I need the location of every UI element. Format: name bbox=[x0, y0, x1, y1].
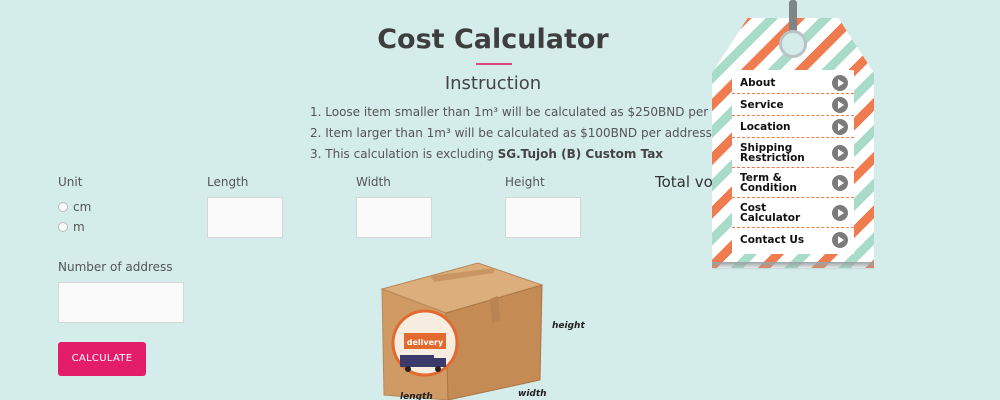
length-dimension-label: length bbox=[400, 392, 433, 400]
unit-label: Unit bbox=[58, 175, 83, 189]
radio-m[interactable] bbox=[58, 222, 68, 232]
instruction-item-1: 1. Loose item smaller than 1m³ will be c… bbox=[310, 102, 736, 123]
address-label: Number of address bbox=[58, 260, 173, 274]
instruction-bold-text: SG.Tujoh (B) Custom Tax bbox=[497, 147, 664, 161]
play-arrow-icon bbox=[832, 96, 848, 113]
tag-hole bbox=[779, 30, 807, 58]
instruction-heading: Instruction bbox=[444, 73, 542, 94]
page-title: Cost Calculator bbox=[377, 24, 609, 55]
instruction-text: 1. Loose item smaller than 1m³ will be c… bbox=[310, 105, 737, 119]
nav-item-label: Shipping Restriction bbox=[740, 141, 805, 164]
total-volume-label: Total vo bbox=[655, 173, 713, 191]
nav-item-term-condition[interactable]: Term & Condition bbox=[732, 168, 854, 198]
unit-option-cm-label: cm bbox=[73, 200, 92, 214]
play-arrow-icon bbox=[832, 174, 848, 191]
nav-item-service[interactable]: Service bbox=[732, 94, 854, 116]
nav-item-label: Term & Condition bbox=[740, 171, 797, 194]
title-divider bbox=[476, 63, 512, 65]
unit-option-m[interactable]: m bbox=[58, 220, 85, 234]
radio-cm[interactable] bbox=[58, 202, 68, 212]
box-illustration: delivery height width length bbox=[370, 255, 600, 400]
length-label: Length bbox=[207, 175, 249, 189]
nav-item-shipping-restriction[interactable]: Shipping Restriction bbox=[732, 138, 854, 168]
instruction-item-2: 2. Item larger than 1m³ will be calculat… bbox=[310, 123, 736, 144]
length-input[interactable] bbox=[207, 197, 283, 238]
width-dimension-label: width bbox=[518, 389, 547, 399]
nav-item-location[interactable]: Location bbox=[732, 116, 854, 138]
nav-item-label: Location bbox=[740, 120, 791, 133]
unit-option-cm[interactable]: cm bbox=[58, 200, 91, 214]
nav-item-label: About bbox=[740, 76, 776, 89]
instruction-text: 3. This calculation is excluding bbox=[310, 147, 498, 161]
play-arrow-icon bbox=[832, 74, 848, 91]
nav-item-cost-calculator[interactable]: Cost Calculator bbox=[732, 198, 854, 228]
play-arrow-icon bbox=[832, 118, 848, 135]
stamp-text: delivery bbox=[407, 338, 444, 347]
width-input[interactable] bbox=[356, 197, 432, 238]
nav-tag-shadow bbox=[712, 262, 874, 270]
height-label: Height bbox=[505, 175, 545, 189]
nav-item-label: Cost Calculator bbox=[740, 201, 801, 224]
instruction-item-3: 3. This calculation is excluding SG.Tujo… bbox=[310, 144, 736, 165]
play-arrow-icon bbox=[832, 232, 848, 248]
instruction-list: 1. Loose item smaller than 1m³ will be c… bbox=[310, 102, 736, 165]
address-input[interactable] bbox=[58, 282, 184, 323]
play-arrow-icon bbox=[832, 204, 848, 221]
nav-item-about[interactable]: About bbox=[732, 72, 854, 94]
calculate-button[interactable]: CALCULATE bbox=[58, 342, 146, 376]
instruction-text: 2. Item larger than 1m³ will be calculat… bbox=[310, 126, 712, 140]
height-dimension-label: height bbox=[552, 321, 585, 331]
play-arrow-icon bbox=[832, 144, 848, 161]
nav-menu: About Service Location Shipping Restrict… bbox=[732, 70, 854, 254]
nav-item-label: Contact Us bbox=[740, 234, 805, 246]
width-label: Width bbox=[356, 175, 391, 189]
height-input[interactable] bbox=[505, 197, 581, 238]
nav-item-contact-us[interactable]: Contact Us bbox=[732, 228, 854, 252]
nav-item-label: Service bbox=[740, 98, 784, 111]
unit-option-m-label: m bbox=[73, 220, 85, 234]
